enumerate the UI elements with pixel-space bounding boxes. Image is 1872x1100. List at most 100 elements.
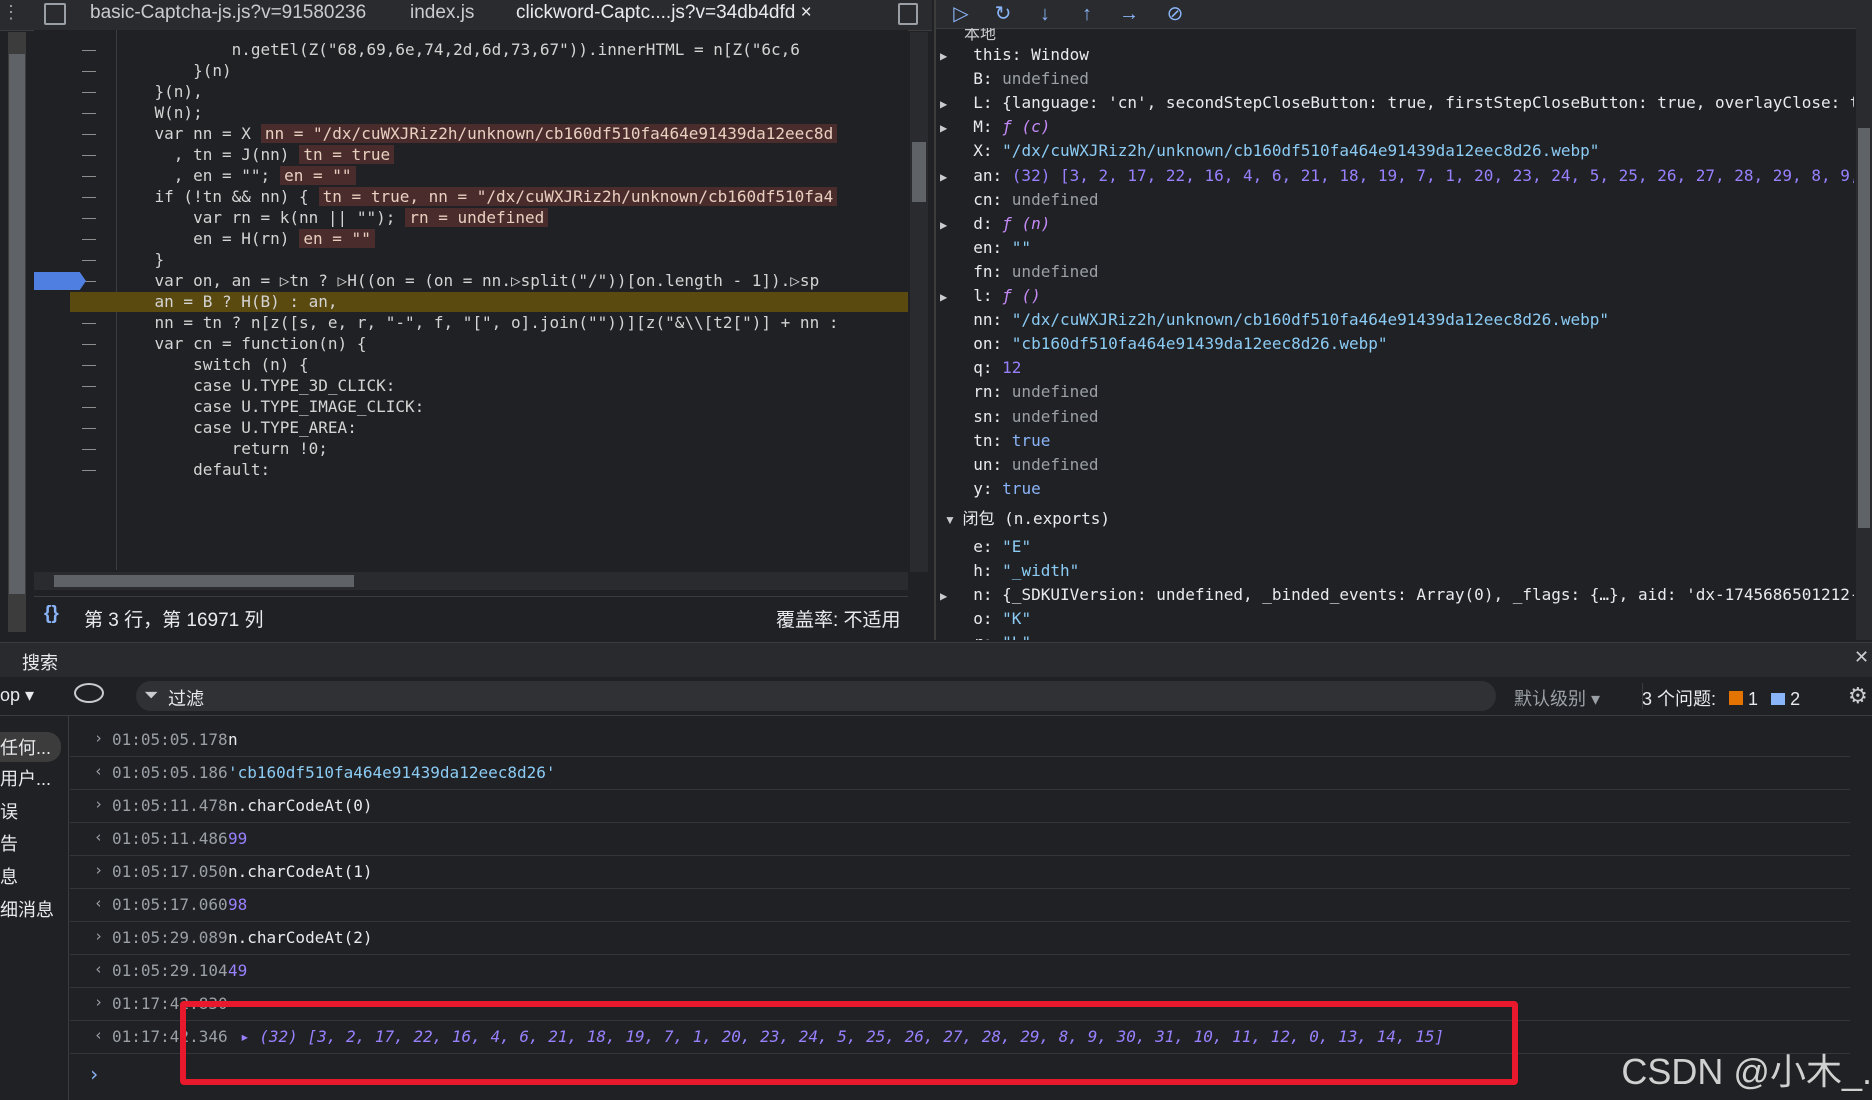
expand-arrow-icon[interactable]: ▶ bbox=[940, 45, 954, 67]
scope-variable[interactable]: y: true bbox=[940, 478, 1040, 500]
scope-variable[interactable]: B: undefined bbox=[940, 68, 1089, 90]
scope-variable[interactable]: ▶ l: ƒ () bbox=[940, 285, 1041, 308]
expand-arrow-icon[interactable]: ▶ bbox=[940, 214, 954, 236]
line-marker[interactable] bbox=[82, 50, 96, 51]
scope-variable[interactable]: un: undefined bbox=[940, 454, 1098, 476]
line-marker[interactable] bbox=[82, 449, 96, 450]
code-vscroll[interactable] bbox=[910, 32, 928, 572]
more-icon[interactable]: ⋮ bbox=[2, 2, 20, 23]
scope-variables[interactable]: 本地 ▶ this: Window B: undefined ▶ L: {lang… bbox=[936, 28, 1854, 640]
line-marker[interactable] bbox=[82, 218, 96, 219]
code-line[interactable]: case U.TYPE_IMAGE_CLICK: bbox=[116, 397, 424, 417]
scope-variable[interactable]: X: "/dx/cuWXJRiz2h/unknown/cb160df510fa4… bbox=[940, 140, 1599, 162]
issues-button[interactable]: 3 个问题: 1 2 bbox=[1642, 685, 1800, 711]
code-line[interactable]: n.getEl(Z("68,69,6e,74,2d,6d,73,67")).in… bbox=[116, 40, 800, 60]
line-marker[interactable] bbox=[82, 113, 96, 114]
scope-variable[interactable]: ▶ L: {language: 'cn', secondStepCloseBut… bbox=[940, 92, 1854, 115]
code-hscroll[interactable] bbox=[34, 572, 908, 590]
code-vscroll-thumb[interactable] bbox=[912, 142, 926, 202]
vertical-scrollbar-thumb[interactable] bbox=[9, 54, 25, 594]
step-icon[interactable]: → bbox=[1116, 2, 1142, 26]
scope-variable[interactable]: nn: "/dx/cuWXJRiz2h/unknown/cb160df510fa… bbox=[940, 309, 1609, 331]
line-marker[interactable] bbox=[82, 365, 96, 366]
console-result-row[interactable]: ‹ 01:05:29.104 49 bbox=[70, 955, 1850, 988]
code-line[interactable]: var nn = X nn = "/dx/cuWXJRiz2h/unknown/c… bbox=[116, 124, 838, 144]
code-line[interactable]: var cn = function(n) { bbox=[116, 334, 367, 354]
expand-arrow-icon[interactable]: ▶ bbox=[940, 117, 954, 139]
console-input-row[interactable]: › 01:05:29.089 n.charCodeAt(2) bbox=[70, 922, 1850, 955]
console-input-row[interactable]: › 01:05:11.478 n.charCodeAt(0) bbox=[70, 790, 1850, 823]
sidebar-item[interactable]: 用户... bbox=[0, 765, 51, 791]
line-marker[interactable] bbox=[82, 323, 96, 324]
code-line[interactable]: var on, an = ▷tn ? ▷H((on = (on = nn.▷sp… bbox=[116, 271, 820, 291]
scope-scrollbar-thumb[interactable] bbox=[1858, 128, 1870, 528]
scope-variable[interactable]: ▶ n: {_SDKUIVersion: undefined, _binded_… bbox=[940, 584, 1854, 607]
scope-variable[interactable]: ▶ d: ƒ (n) bbox=[940, 213, 1050, 236]
pretty-print-icon[interactable]: {} bbox=[44, 603, 59, 625]
code-area[interactable]: n.getEl(Z("68,69,6e,74,2d,6d,73,67")).in… bbox=[34, 30, 908, 570]
paused-code-line[interactable]: an = B ? H(B) : an, bbox=[70, 292, 908, 312]
tab-clickword-captcha[interactable]: clickword-Captc....js?v=34db4dfd × bbox=[516, 0, 816, 33]
scope-variable[interactable]: ▶ an: (32) [3, 2, 17, 22, 16, 4, 6, 21, … bbox=[940, 165, 1854, 188]
scope-variable[interactable]: on: "cb160df510fa464e91439da12eec8d26.we… bbox=[940, 333, 1387, 355]
scope-variable[interactable]: sn: undefined bbox=[940, 406, 1098, 428]
scope-variable[interactable]: cn: undefined bbox=[940, 189, 1098, 211]
sidebar-item[interactable]: 告 bbox=[0, 830, 18, 856]
code-lines[interactable]: n.getEl(Z("68,69,6e,74,2d,6d,73,67")).in… bbox=[70, 30, 908, 570]
step-into-icon[interactable]: ↓ bbox=[1032, 2, 1058, 26]
scope-variable[interactable]: fn: undefined bbox=[940, 261, 1098, 283]
code-line[interactable]: if (!tn && nn) {tn = true, nn = "/dx/cuW… bbox=[116, 187, 838, 207]
line-marker[interactable] bbox=[82, 176, 96, 177]
line-marker[interactable] bbox=[82, 344, 96, 345]
line-marker[interactable] bbox=[82, 197, 96, 198]
line-marker[interactable] bbox=[82, 71, 96, 72]
code-hscroll-thumb[interactable] bbox=[54, 575, 354, 587]
sidebar-item[interactable]: 细消息 bbox=[0, 896, 54, 922]
code-line[interactable]: } bbox=[116, 250, 165, 270]
line-marker[interactable] bbox=[82, 155, 96, 156]
line-marker[interactable] bbox=[82, 386, 96, 387]
sidebar-item[interactable]: 息 bbox=[0, 863, 18, 889]
context-selector[interactable]: op ▾ bbox=[0, 685, 34, 706]
code-line[interactable]: default: bbox=[116, 460, 270, 480]
scope-variable[interactable]: o: "K" bbox=[940, 608, 1031, 630]
scope-variable[interactable]: rn: undefined bbox=[940, 381, 1098, 403]
code-line[interactable]: case U.TYPE_AREA: bbox=[116, 418, 357, 438]
search-tab[interactable]: 搜索 bbox=[22, 649, 58, 675]
code-line[interactable]: en = H(rn) en = "" bbox=[116, 229, 375, 249]
tab-basic-captcha[interactable]: basic-Captcha-js.js?v=91580236 bbox=[90, 0, 366, 30]
line-marker[interactable] bbox=[82, 428, 96, 429]
line-marker[interactable] bbox=[82, 260, 96, 261]
code-line[interactable]: case U.TYPE_3D_CLICK: bbox=[116, 376, 395, 396]
toggle-navigator-icon[interactable] bbox=[44, 3, 66, 25]
code-line[interactable]: switch (n) { bbox=[116, 355, 309, 375]
toggle-debugger-icon[interactable] bbox=[898, 3, 918, 25]
resume-icon[interactable]: ▷ bbox=[948, 2, 974, 26]
sidebar-item[interactable]: 任何... bbox=[0, 732, 62, 762]
code-line[interactable]: nn = tn ? n[z([s, e, r, "-", f, "[", o].… bbox=[116, 313, 839, 333]
scope-variable[interactable]: e: "E" bbox=[940, 536, 1031, 558]
code-line[interactable]: , en = ""; en = "" bbox=[116, 166, 356, 186]
step-out-icon[interactable]: ↑ bbox=[1074, 2, 1100, 26]
filter-input[interactable]: ⏷ 过滤 bbox=[136, 681, 1496, 711]
line-marker[interactable] bbox=[82, 134, 96, 135]
console-result-row[interactable]: ‹ 01:05:17.060 98 bbox=[70, 889, 1850, 922]
scope-scrollbar[interactable] bbox=[1856, 28, 1872, 640]
gear-icon[interactable]: ⚙ bbox=[1848, 683, 1868, 709]
expand-arrow-icon[interactable]: ▶ bbox=[940, 585, 954, 607]
scope-variable[interactable]: ▶ this: Window bbox=[940, 44, 1089, 67]
close-icon[interactable]: ✕ bbox=[1854, 647, 1869, 668]
expand-arrow-icon[interactable]: ▶ bbox=[940, 166, 954, 188]
eye-icon[interactable] bbox=[74, 683, 104, 703]
scope-variable[interactable]: q: 12 bbox=[940, 357, 1021, 379]
step-over-icon[interactable]: ↻ bbox=[990, 2, 1016, 26]
scope-variable[interactable]: h: "_width" bbox=[940, 560, 1079, 582]
expand-arrow-icon[interactable]: ▶ bbox=[940, 93, 954, 115]
sidebar-item[interactable]: 误 bbox=[0, 798, 18, 824]
code-line[interactable]: , tn = J(nn) tn = true bbox=[116, 145, 395, 165]
scope-variable[interactable]: tn: true bbox=[940, 430, 1050, 452]
scope-variable[interactable]: r: "L" bbox=[940, 632, 1031, 640]
closure-scope-header[interactable]: ▼ 闭包 (n.exports) bbox=[944, 508, 1110, 531]
line-marker[interactable] bbox=[82, 470, 96, 471]
code-line[interactable]: var rn = k(nn || ""); rn = undefined bbox=[116, 208, 549, 228]
